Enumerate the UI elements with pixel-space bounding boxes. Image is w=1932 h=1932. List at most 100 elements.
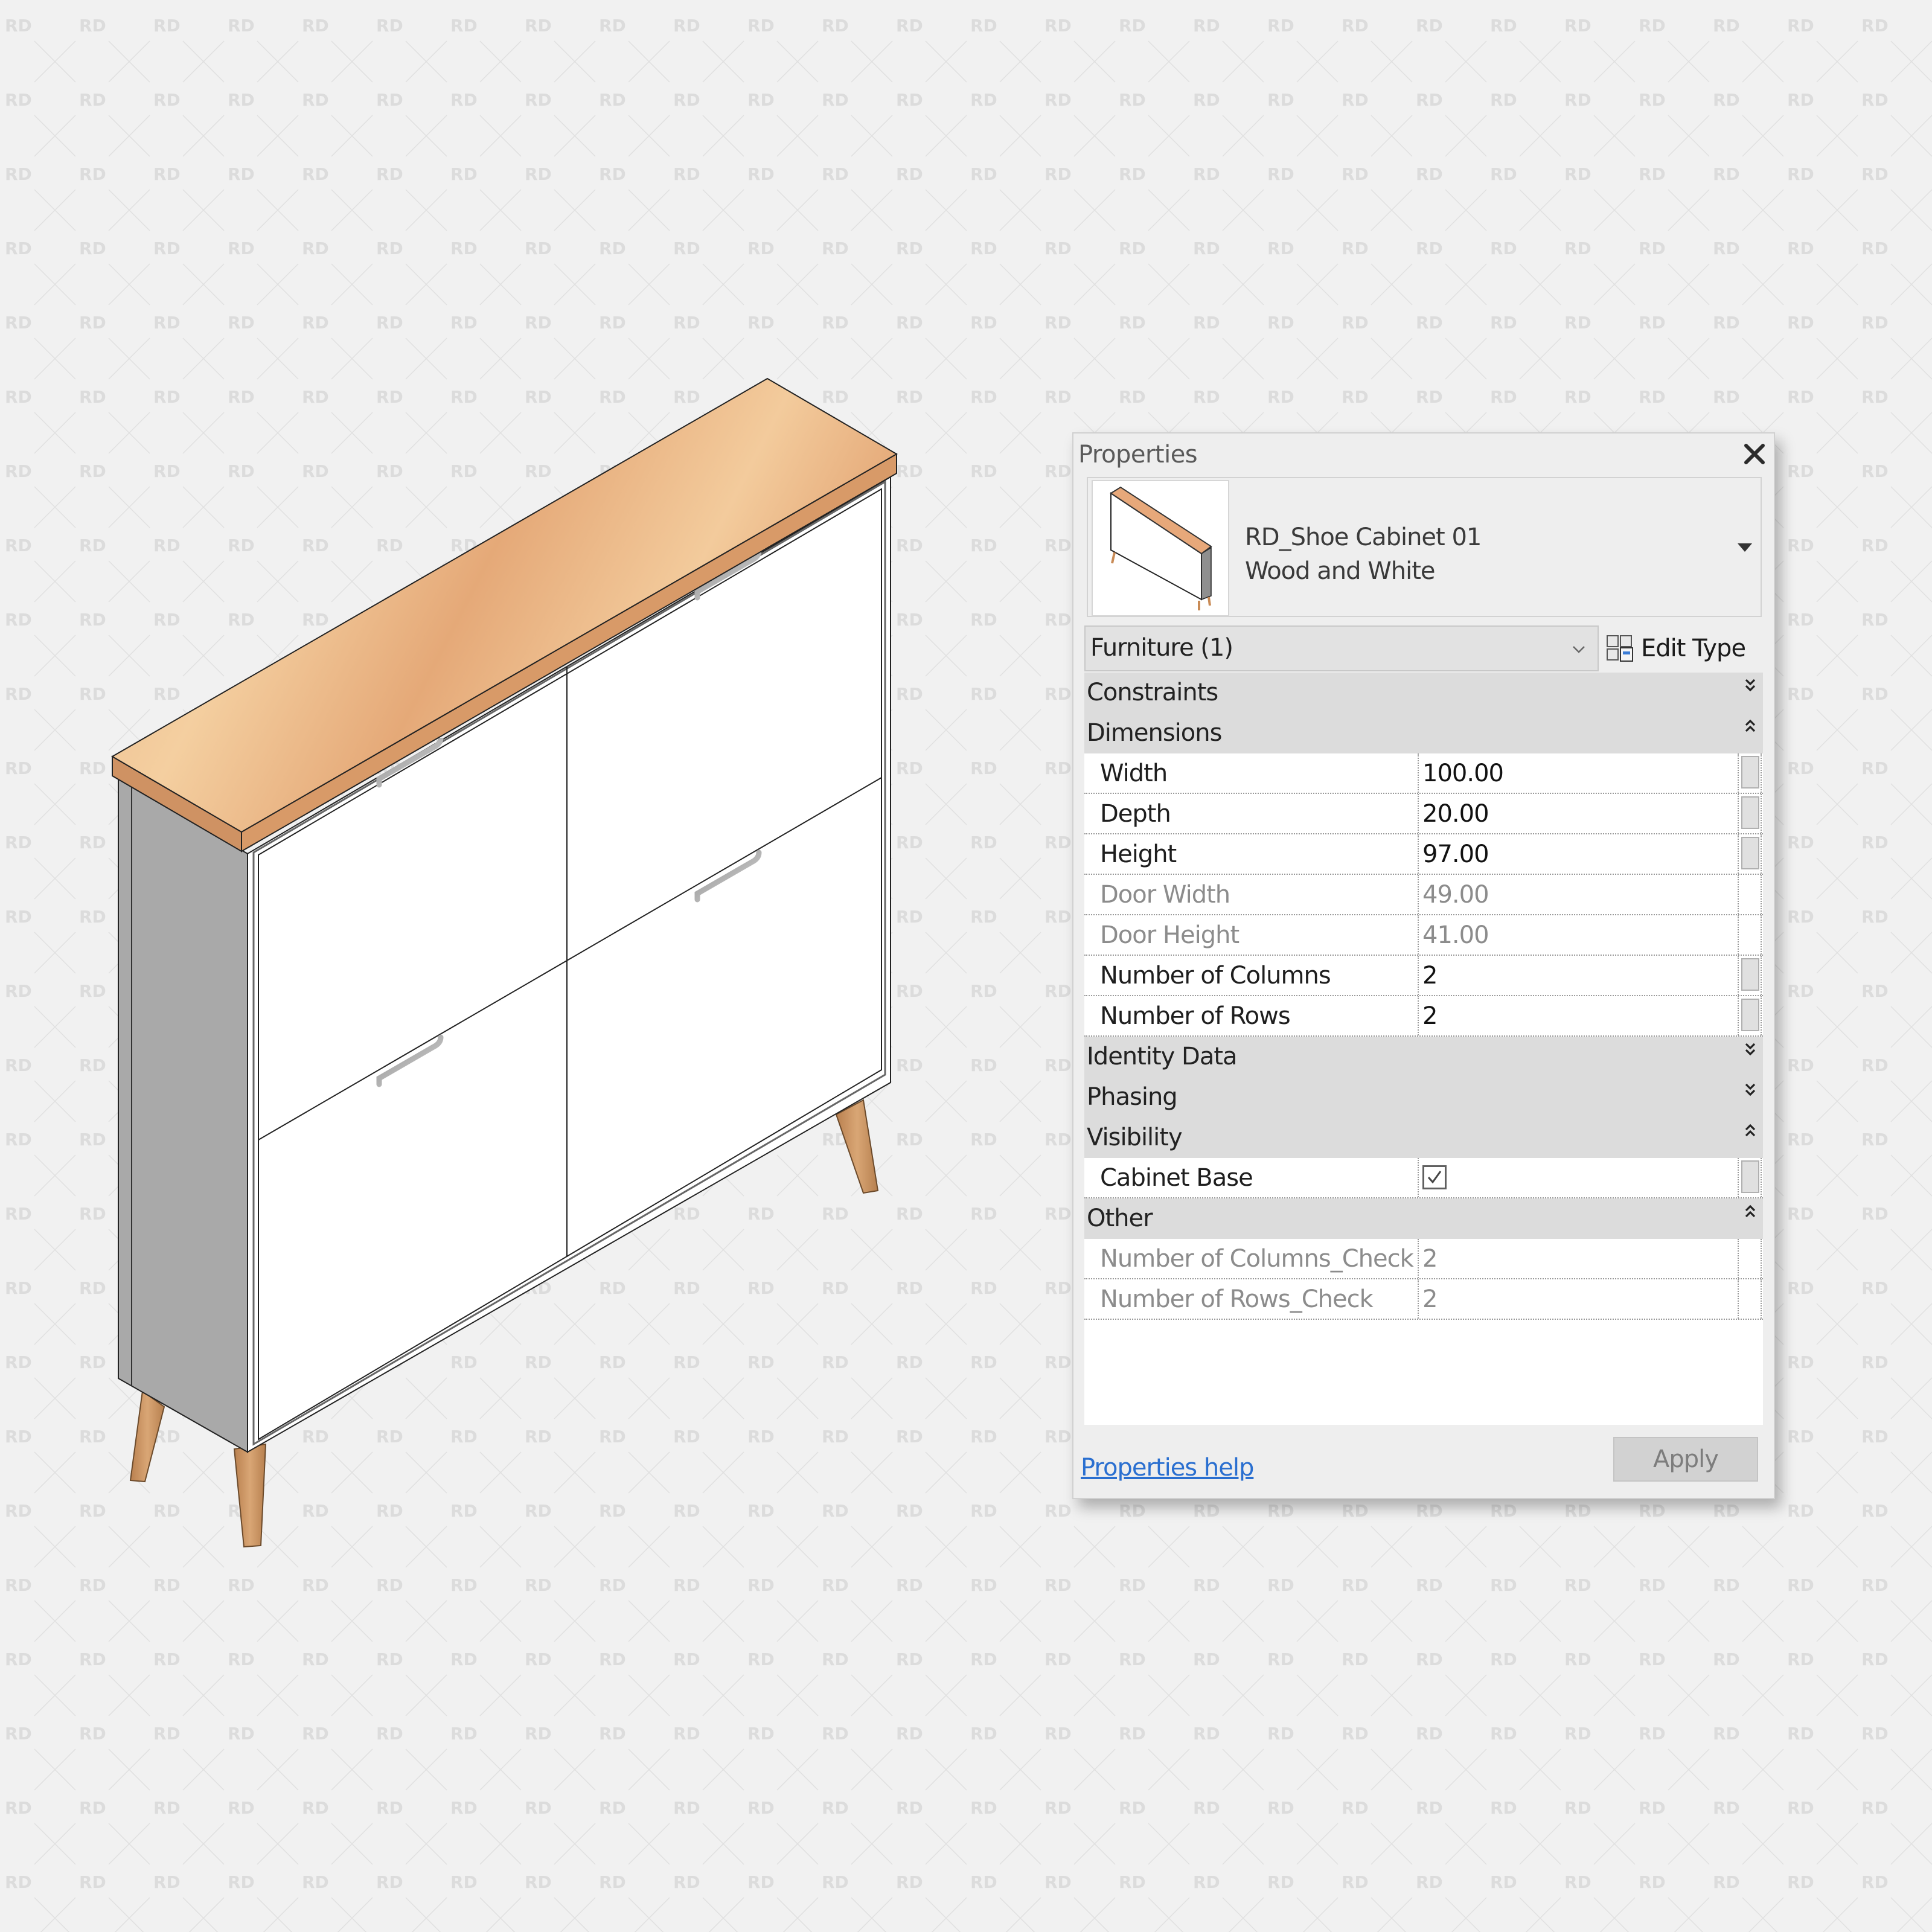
type-selector[interactable]: RD_Shoe Cabinet 01 Wood and White [1087, 477, 1762, 617]
properties-help-link[interactable]: Properties help [1081, 1454, 1254, 1482]
watermark-text: RD [1342, 1501, 1369, 1521]
watermark-cross [1148, 1600, 1190, 1642]
expand-chevrons-icon[interactable] [1744, 676, 1757, 694]
associate-family-parameter-button[interactable] [1741, 756, 1759, 788]
watermark-cross [925, 1748, 967, 1791]
associate-family-parameter-button[interactable] [1741, 837, 1759, 869]
group-header-phasing[interactable]: Phasing [1084, 1077, 1763, 1118]
property-value-field: 41.00 [1418, 915, 1738, 955]
cabinet-base-checkbox[interactable] [1422, 1165, 1447, 1189]
watermark-cross [1742, 40, 1784, 83]
watermark-cross [1519, 115, 1561, 157]
watermark-text: RD [1787, 238, 1814, 258]
watermark-text: RD [1787, 1055, 1814, 1075]
associate-family-parameter-button[interactable] [1741, 999, 1759, 1031]
watermark-text: RD [1787, 1501, 1814, 1521]
watermark-cross [999, 486, 1041, 528]
watermark-text: RD [302, 1724, 329, 1744]
watermark-text: RD [153, 1724, 181, 1744]
watermark-text: RD [1639, 238, 1666, 258]
watermark-cross [1816, 337, 1858, 380]
watermark-cross [1445, 1600, 1487, 1642]
watermark-cross [628, 1897, 670, 1932]
associate-family-parameter-button[interactable] [1741, 796, 1759, 829]
property-value-field[interactable]: 100.00 [1418, 753, 1738, 793]
watermark-text: RD [1119, 1798, 1146, 1818]
property-value-field[interactable]: 2 [1418, 996, 1738, 1035]
watermark-cross [776, 1674, 819, 1716]
group-header-constraints[interactable]: Constraints [1084, 673, 1763, 713]
watermark-cross [1148, 1674, 1190, 1716]
watermark-text: RD [5, 1724, 32, 1744]
associate-family-parameter-button[interactable] [1741, 958, 1759, 991]
collapse-chevrons-icon[interactable] [1744, 717, 1757, 735]
associate-family-parameter-button[interactable] [1741, 1160, 1759, 1193]
watermark-text: RD [1044, 1204, 1072, 1224]
watermark-cross [1445, 1748, 1487, 1791]
type-name: RD_Shoe Cabinet 01 Wood and White [1245, 520, 1482, 588]
watermark-cross [1668, 189, 1710, 231]
apply-button[interactable]: Apply [1613, 1437, 1758, 1482]
group-header-visibility[interactable]: Visibility [1084, 1118, 1763, 1158]
property-value-field: 2 [1418, 1279, 1738, 1319]
watermark-text: RD [228, 1872, 255, 1892]
watermark-text: RD [1044, 1575, 1072, 1595]
watermark-cross [851, 1674, 893, 1716]
watermark-cross [1222, 1897, 1264, 1932]
edit-type-button[interactable]: Edit Type [1606, 625, 1746, 671]
watermark-cross [554, 1674, 596, 1716]
watermark-text: RD [1267, 1575, 1294, 1595]
watermark-cross [1668, 1897, 1710, 1932]
watermark-cross [479, 1748, 522, 1791]
watermark-cross [1742, 1526, 1784, 1568]
watermark-text: RD [1713, 238, 1740, 258]
watermark-cross [628, 1748, 670, 1791]
property-value: 49.00 [1422, 881, 1489, 909]
watermark-cross [702, 1897, 744, 1932]
watermark-cross [1519, 1526, 1561, 1568]
collapse-chevrons-icon[interactable] [1744, 1202, 1757, 1220]
watermark-text: RD [1342, 1649, 1369, 1669]
group-header-other[interactable]: Other [1084, 1198, 1763, 1239]
watermark-text: RD [970, 90, 997, 110]
watermark-cross [925, 1823, 967, 1865]
property-value-field[interactable]: 97.00 [1418, 834, 1738, 874]
element-filter-dropdown[interactable]: Furniture (1) [1084, 625, 1599, 671]
watermark-text: RD [1564, 1798, 1591, 1818]
watermark-cross [1742, 1600, 1784, 1642]
dropdown-arrow-icon[interactable] [1738, 543, 1752, 552]
property-value-field[interactable]: 2 [1418, 956, 1738, 995]
property-value-field[interactable]: 20.00 [1418, 794, 1738, 833]
watermark-text: RD [1119, 238, 1146, 258]
watermark-cross [702, 1823, 744, 1865]
collapse-chevrons-icon[interactable] [1744, 1121, 1757, 1139]
watermark-cross [1816, 412, 1858, 454]
group-header-identity-data[interactable]: Identity Data [1084, 1037, 1763, 1077]
associate-parameter-cell [1738, 875, 1762, 914]
watermark-cross [331, 1674, 373, 1716]
watermark-text: RD [1342, 1798, 1369, 1818]
property-value-field[interactable] [1418, 1158, 1738, 1197]
watermark-cross [1816, 486, 1858, 528]
watermark-text: RD [1713, 1872, 1740, 1892]
associate-parameter-cell [1738, 996, 1762, 1035]
watermark-text: RD [228, 1724, 255, 1744]
watermark-text: RD [970, 981, 997, 1001]
watermark-cross [1519, 1748, 1561, 1791]
expand-chevrons-icon[interactable] [1744, 1081, 1757, 1099]
watermark-text: RD [1713, 164, 1740, 184]
watermark-cross [1519, 1600, 1561, 1642]
watermark-cross [999, 783, 1041, 825]
property-row: Number of Rows_Check 2 [1084, 1279, 1763, 1320]
associate-parameter-cell [1738, 1158, 1762, 1197]
expand-chevrons-icon[interactable] [1744, 1040, 1757, 1058]
watermark-cross [1445, 337, 1487, 380]
watermark-text: RD [1861, 833, 1889, 852]
group-header-dimensions[interactable]: Dimensions [1084, 713, 1763, 753]
watermark-text: RD [376, 1724, 403, 1744]
watermark-cross [1890, 1674, 1932, 1716]
property-name: Cabinet Base [1100, 1164, 1253, 1192]
close-button[interactable] [1742, 442, 1767, 466]
watermark-text: RD [599, 1798, 626, 1818]
watermark-text: RD [896, 1649, 923, 1669]
